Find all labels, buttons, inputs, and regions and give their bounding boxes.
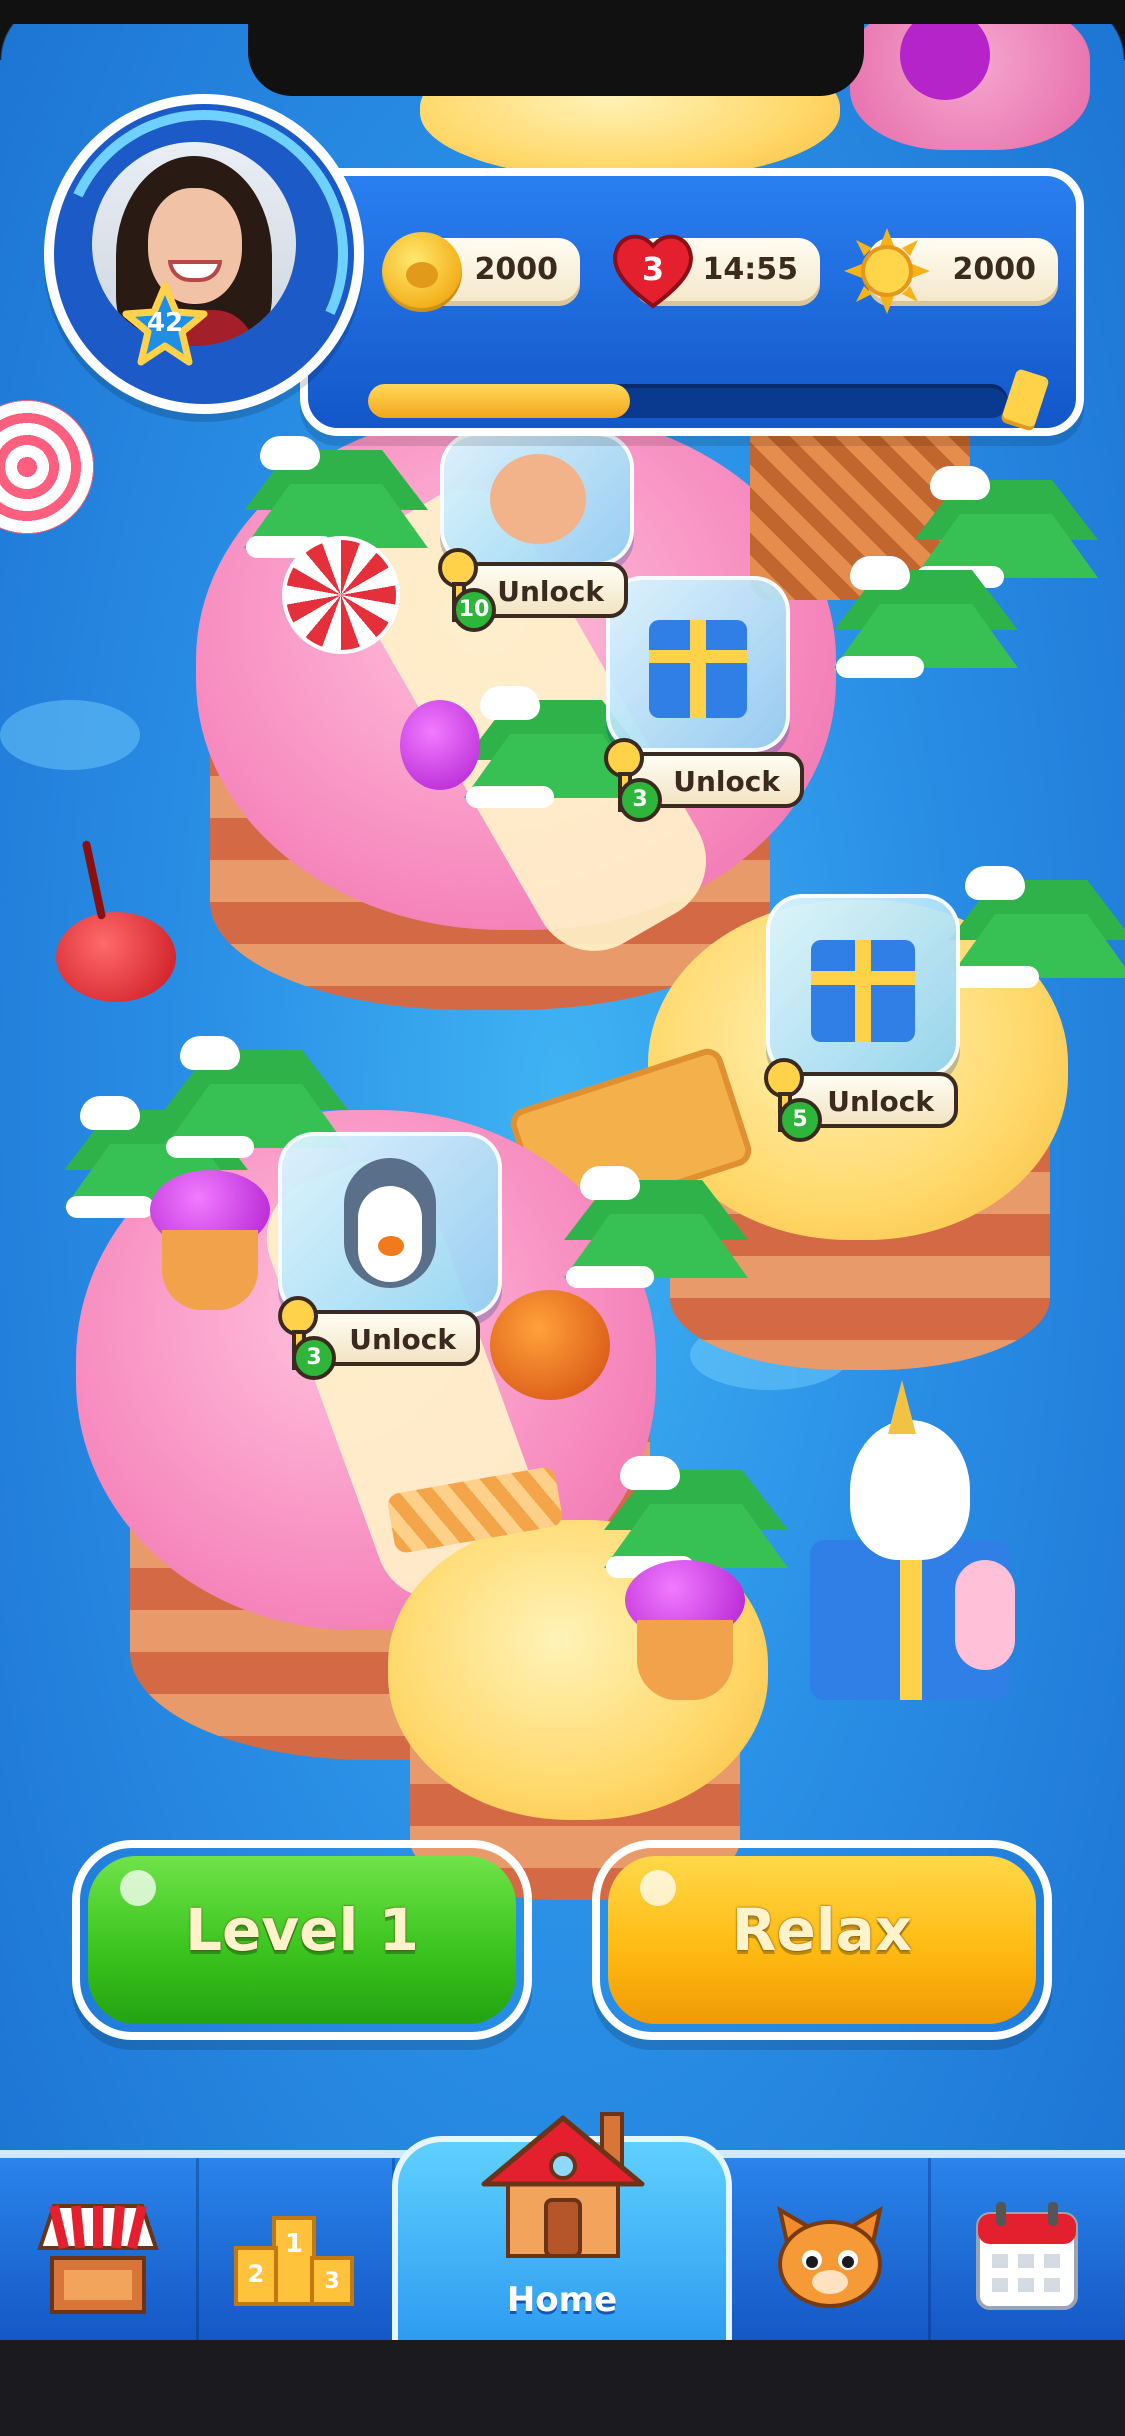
- nav-pets[interactable]: [732, 2158, 931, 2348]
- frozen-gift-reward[interactable]: [766, 894, 960, 1078]
- screen-corner-left: [0, 0, 60, 60]
- gift-ribbon: [900, 1540, 922, 1700]
- relax-mode-button[interactable]: Relax: [592, 1840, 1052, 2040]
- play-level-button[interactable]: Level 1: [72, 1840, 532, 2040]
- life-timer: 14:55: [702, 252, 799, 287]
- key-icon: 3: [596, 738, 662, 822]
- unlock-tag[interactable]: 5 Unlock: [764, 1058, 958, 1142]
- cupcake-decoration: [150, 1170, 270, 1320]
- unlock-tag[interactable]: 3 Unlock: [278, 1296, 480, 1380]
- lollipop-decoration: [0, 400, 94, 534]
- cupcake-decoration: [400, 700, 480, 790]
- player-level: 42: [146, 308, 184, 338]
- leaderboard-podium-icon: 1 2 3: [234, 2216, 354, 2306]
- unicorn-body: [955, 1560, 1015, 1670]
- unlock-label: Unlock: [673, 765, 780, 798]
- play-level-label: Level 1: [185, 1896, 419, 1964]
- suns-value: 2000: [952, 252, 1037, 287]
- svg-text:2: 2: [248, 2260, 265, 2288]
- gift-icon: [810, 940, 916, 1043]
- relax-mode-label: Relax: [731, 1896, 913, 1964]
- key-count-badge: 10: [452, 588, 496, 632]
- gumdrop-decoration: [490, 1290, 610, 1400]
- unlock-label: Unlock: [827, 1085, 934, 1118]
- nav-home-label: Home: [506, 2280, 618, 2320]
- shop-stall-icon: [37, 2204, 159, 2314]
- svg-text:3: 3: [324, 2269, 339, 2294]
- sun-icon: [844, 228, 930, 314]
- nav-home[interactable]: Home: [392, 2112, 732, 2340]
- key-count-badge: 5: [778, 1098, 822, 1142]
- ticket-icon[interactable]: [1000, 368, 1050, 432]
- house-icon: [481, 2112, 645, 2258]
- key-count-badge: 3: [618, 778, 662, 822]
- key-icon: 5: [756, 1058, 822, 1142]
- cat-icon: [777, 2205, 883, 2308]
- frozen-penguin-reward[interactable]: [278, 1132, 502, 1318]
- device-notch: [248, 0, 864, 96]
- cherry-decoration: [56, 912, 176, 1002]
- key-icon: 3: [270, 1296, 336, 1380]
- player-level-badge: 42: [122, 282, 208, 368]
- peppermint-candy: [282, 536, 400, 654]
- lives-count: 3: [641, 250, 665, 288]
- water-ripple: [0, 700, 140, 770]
- key-icon: 10: [430, 548, 496, 632]
- unicorn-horn: [888, 1380, 916, 1434]
- nav-calendar[interactable]: [928, 2158, 1125, 2348]
- screen-corner-right: [1065, 0, 1125, 60]
- unlock-tag[interactable]: 10 Unlock: [438, 548, 628, 632]
- xp-progress-bar: [368, 384, 1008, 418]
- nav-leaderboard[interactable]: 1 2 3: [196, 2158, 395, 2348]
- gift-icon: [648, 620, 748, 719]
- coins-value: 2000: [474, 252, 559, 287]
- paw-coin-icon: [382, 232, 462, 312]
- calendar-icon: [976, 2202, 1078, 2310]
- frozen-gift-reward[interactable]: [606, 576, 790, 752]
- key-count-badge: 3: [292, 1336, 336, 1380]
- cherry-stem: [81, 840, 107, 920]
- heart-icon: 3: [610, 230, 696, 310]
- frozen-hamster-reward[interactable]: [440, 432, 634, 566]
- nav-shop[interactable]: [0, 2158, 199, 2348]
- home-indicator-area: [0, 2340, 1125, 2436]
- svg-text:1: 1: [285, 2229, 303, 2259]
- unlock-label: Unlock: [349, 1323, 456, 1356]
- stats-panel: 2000 14:55 3 2000: [300, 168, 1084, 436]
- unlock-label: Unlock: [497, 575, 604, 608]
- unlock-tag[interactable]: 3 Unlock: [604, 738, 804, 822]
- xp-progress-fill: [368, 384, 631, 418]
- cupcake-decoration: [625, 1560, 745, 1710]
- unicorn-head: [850, 1420, 970, 1560]
- game-screen: 10 Unlock 3 Unlock 5 Unlock 3 Unlock 200…: [0, 0, 1125, 2436]
